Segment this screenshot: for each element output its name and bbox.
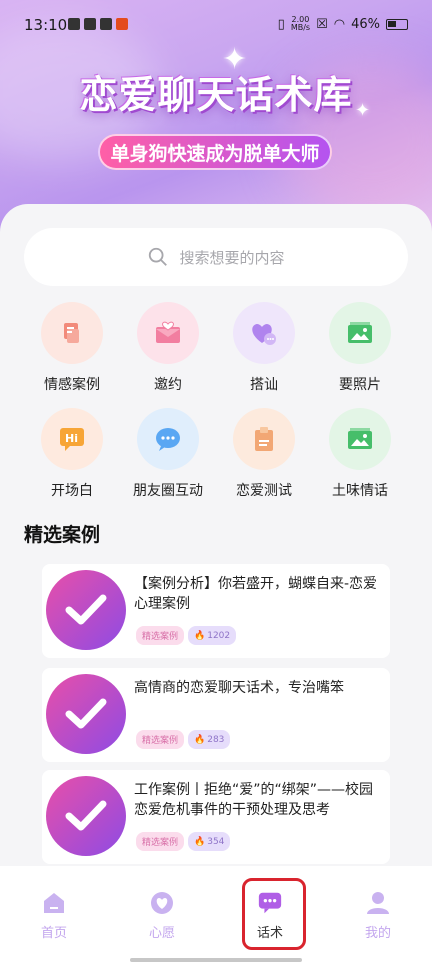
search-bar[interactable]: 搜索想要的内容 — [24, 228, 408, 286]
app-notification-icon — [116, 18, 128, 30]
battery-icon — [386, 18, 408, 30]
search-placeholder: 搜索想要的内容 — [179, 248, 285, 267]
category-item[interactable]: 情感案例 — [24, 302, 120, 394]
clipboard-icon — [233, 408, 295, 470]
tab-label: 我的 — [364, 926, 391, 941]
status-right: ▯ 2.00 MB/s ☒ ◠ 46% — [278, 16, 408, 32]
category-item[interactable]: 要照片 — [312, 302, 408, 394]
tab-label: 心愿 — [148, 926, 175, 941]
check-icon — [46, 570, 126, 650]
card-title: 工作案例丨拒绝“爱”的“绑架”——校园恋爱危机事件的干预处理及思考 — [134, 782, 374, 818]
heart-chat-icon — [233, 302, 295, 364]
category-item[interactable]: 土味情话 — [312, 408, 408, 500]
check-icon — [46, 674, 126, 754]
photo-icon — [329, 302, 391, 364]
app-notification-icon — [100, 18, 112, 30]
flame-icon: 🔥 — [194, 836, 206, 847]
doc-icon — [41, 302, 103, 364]
category-label: 要照片 — [339, 377, 381, 393]
home-indicator[interactable] — [130, 958, 302, 962]
profile-icon — [365, 890, 391, 916]
check-icon — [46, 776, 126, 856]
tab-profile[interactable]: 我的 — [343, 890, 413, 941]
vibrate-icon: ▯ — [277, 16, 285, 32]
net-speed: 2.00 MB/s — [290, 15, 311, 32]
view-count: 🔥 1202 — [188, 626, 237, 645]
sim-icon: ☒ — [316, 16, 328, 32]
category-label: 情感案例 — [44, 377, 100, 393]
view-count: 🔥 354 — [188, 832, 231, 851]
flame-icon: 🔥 — [194, 630, 206, 641]
bottom-tab-bar: 首页 心愿 话术 我的 — [0, 866, 432, 964]
search-icon — [149, 247, 168, 266]
category-label: 开场白 — [51, 483, 93, 499]
category-label: 恋爱测试 — [236, 483, 292, 499]
home-icon — [41, 890, 67, 916]
tab-wish[interactable]: 心愿 — [127, 890, 197, 941]
category-tag: 精选案例 — [136, 626, 185, 645]
view-count: 🔥 283 — [188, 730, 231, 749]
app-notification-icon — [84, 18, 96, 30]
heart-icon — [149, 890, 175, 916]
category-item[interactable]: 朋友圈互动 — [120, 408, 216, 500]
category-tag: 精选案例 — [136, 832, 185, 851]
category-item[interactable]: 搭讪 — [216, 302, 312, 394]
page-title: 恋爱聊天话术库 — [79, 73, 353, 117]
tab-label: 首页 — [40, 926, 67, 941]
subtitle-pill: 单身狗快速成为脱单大师 — [98, 134, 332, 170]
app-notification-icon — [68, 18, 80, 30]
category-item[interactable]: 邀约 — [120, 302, 216, 394]
wifi-icon: ◠ — [333, 16, 346, 32]
flame-icon: 🔥 — [194, 734, 206, 745]
card-tags: 精选案例 🔥 283 — [136, 730, 231, 749]
card-tags: 精选案例 🔥 354 — [136, 832, 231, 851]
battery-percent: 46% — [351, 16, 380, 32]
category-tag: 精选案例 — [136, 730, 185, 749]
category-item[interactable]: 恋爱测试 — [216, 408, 312, 500]
category-label: 邀约 — [154, 377, 182, 393]
notification-icons — [68, 18, 128, 30]
section-title: 精选案例 — [24, 520, 102, 551]
tab-home[interactable]: 首页 — [19, 890, 89, 941]
svg-text:Hi: Hi — [65, 432, 78, 445]
card-tags: 精选案例 🔥 1202 — [136, 626, 237, 645]
envelope-heart-icon — [137, 302, 199, 364]
case-card[interactable]: 工作案例丨拒绝“爱”的“绑架”——校园恋爱危机事件的干预处理及思考 精选案例 🔥… — [42, 770, 390, 864]
case-card[interactable]: 【案例分析】你若盛开，蝴蝶自来-恋爱心理案例 精选案例 🔥 1202 — [42, 564, 390, 658]
card-title: 高情商的恋爱聊天话术，专治嘴笨 — [134, 680, 344, 696]
status-bar: 13:10 ▯ 2.00 MB/s ☒ ◠ 46% — [0, 0, 432, 50]
card-title: 【案例分析】你若盛开，蝴蝶自来-恋爱心理案例 — [134, 576, 378, 612]
highlight-box — [242, 878, 306, 950]
photo-icon — [329, 408, 391, 470]
category-item[interactable]: Hi 开场白 — [24, 408, 120, 500]
chat-bubble-icon — [137, 408, 199, 470]
category-label: 土味情话 — [332, 483, 388, 499]
category-label: 搭讪 — [250, 377, 278, 393]
case-card[interactable]: 高情商的恋爱聊天话术，专治嘴笨 精选案例 🔥 283 — [42, 668, 390, 762]
status-time: 13:10 — [24, 16, 68, 34]
content-panel: 搜索想要的内容 情感案例 邀约 搭讪 要照片 Hi 开场白 朋友圈互动 恋爱测试… — [0, 204, 432, 884]
hi-icon: Hi — [41, 408, 103, 470]
category-label: 朋友圈互动 — [133, 483, 203, 499]
